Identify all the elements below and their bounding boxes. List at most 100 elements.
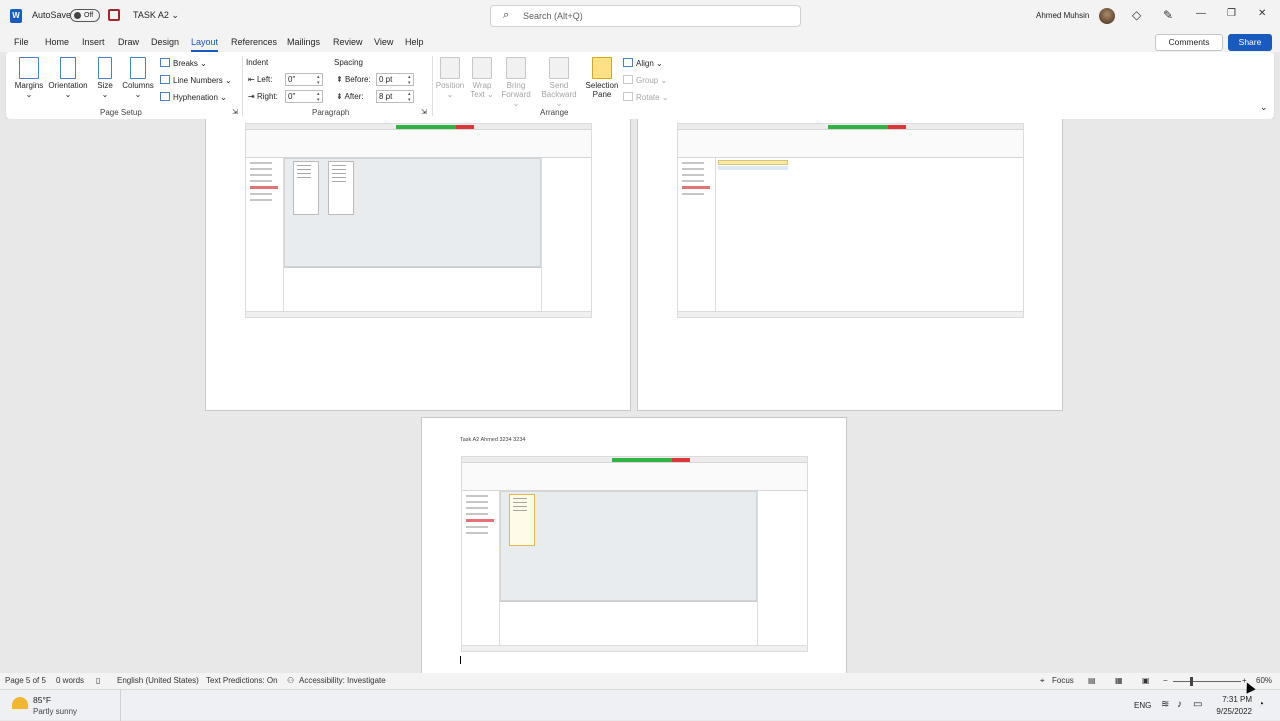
battery-icon[interactable]: ▭ xyxy=(1193,699,1202,710)
size-button[interactable]: Size ⌄ xyxy=(95,57,115,99)
ribbon-separator xyxy=(242,56,243,116)
accessibility-status[interactable]: Accessibility: Investigate xyxy=(299,676,386,685)
arrange-group-label: Arrange xyxy=(540,108,569,117)
send-backward-button[interactable]: Send Backward ⌄ xyxy=(538,57,580,108)
zoom-slider[interactable] xyxy=(1173,681,1241,682)
indent-left-field[interactable]: 0" xyxy=(285,73,323,86)
title-bar: W AutoSave Off TASK A2 ⌄ Search (Alt+Q) … xyxy=(0,0,1280,32)
screenshot-red-bar xyxy=(456,125,474,129)
orientation-button[interactable]: Orientation ⌄ xyxy=(48,57,88,99)
tab-file[interactable]: File xyxy=(14,37,29,47)
search-input[interactable]: Search (Alt+Q) xyxy=(490,5,801,27)
document-page[interactable]: Task A2 Ahmed 3234 3234 xyxy=(421,417,847,673)
autosave-toggle[interactable]: Off xyxy=(70,9,100,22)
wrap-text-button[interactable]: Wrap Text ⌄ xyxy=(468,57,496,99)
tab-design[interactable]: Design xyxy=(151,37,179,47)
zoom-out-button[interactable]: − xyxy=(1163,676,1168,685)
tab-view[interactable]: View xyxy=(374,37,393,47)
selection-pane-button[interactable]: Selection Pane xyxy=(583,57,621,99)
weather-temperature[interactable]: 85°F xyxy=(33,695,51,705)
screenshot-image[interactable] xyxy=(677,123,1024,318)
save-icon[interactable] xyxy=(108,9,120,21)
collapse-ribbon-icon[interactable]: ⌄ xyxy=(1260,102,1268,113)
hyphenation-button[interactable]: Hyphenation ⌄ xyxy=(160,92,227,102)
document-area[interactable]: Task A2 Ahmed 3234 3234 xyxy=(0,119,1280,673)
tab-home[interactable]: Home xyxy=(45,37,69,47)
paragraph-launcher-icon[interactable]: ⇲ xyxy=(421,108,427,116)
orientation-icon xyxy=(60,57,76,79)
screenshot-green-bar xyxy=(828,125,888,129)
avatar[interactable] xyxy=(1099,8,1115,24)
document-page[interactable] xyxy=(637,119,1063,411)
size-icon xyxy=(98,57,112,79)
screenshot-main xyxy=(500,491,757,601)
zoom-level[interactable]: 60% xyxy=(1256,676,1272,685)
margins-button[interactable]: Margins ⌄ xyxy=(14,57,44,99)
spacing-after-field[interactable]: 8 pt xyxy=(376,90,414,103)
tab-insert[interactable]: Insert xyxy=(82,37,105,47)
close-icon[interactable]: ✕ xyxy=(1258,8,1266,19)
focus-button[interactable]: Focus xyxy=(1052,676,1074,685)
read-mode-icon[interactable]: ▤ xyxy=(1088,676,1096,685)
group-button[interactable]: Group ⌄ xyxy=(623,75,667,85)
screenshot-green-bar xyxy=(612,458,672,462)
language-status[interactable]: English (United States) xyxy=(117,676,199,685)
position-button[interactable]: Position ⌄ xyxy=(434,57,466,99)
breaks-button[interactable]: Breaks ⌄ xyxy=(160,58,207,68)
line-numbers-label: Line Numbers xyxy=(173,76,223,85)
document-page[interactable] xyxy=(205,119,631,411)
text-predictions-status[interactable]: Text Predictions: On xyxy=(206,676,278,685)
volume-icon[interactable]: ♪ xyxy=(1177,699,1182,710)
user-name[interactable]: Ahmed Muhsin xyxy=(1036,11,1089,20)
clock-time[interactable]: 7:31 PM xyxy=(1214,695,1252,704)
minimize-icon[interactable]: — xyxy=(1196,8,1206,19)
position-label: Position xyxy=(435,81,465,90)
share-button[interactable]: Share xyxy=(1228,34,1272,51)
proofing-icon[interactable]: ▯ xyxy=(96,676,100,685)
ribbon-separator xyxy=(432,56,433,116)
spacing-before-field[interactable]: 0 pt xyxy=(376,73,414,86)
web-layout-icon[interactable]: ▣ xyxy=(1142,676,1150,685)
bring-forward-button[interactable]: Bring Forward ⌄ xyxy=(497,57,535,108)
clock-date[interactable]: 9/25/2022 xyxy=(1212,707,1252,716)
screenshot-table xyxy=(293,161,319,215)
screenshot-image[interactable] xyxy=(461,456,808,652)
spacing-heading: Spacing xyxy=(334,58,363,67)
tab-mailings[interactable]: Mailings xyxy=(287,37,320,47)
wifi-icon[interactable]: ≋ xyxy=(1161,699,1169,710)
rotate-button[interactable]: Rotate ⌄ xyxy=(623,92,669,102)
print-layout-icon[interactable]: ▦ xyxy=(1115,676,1123,685)
spacing-before-text: Before: xyxy=(344,75,371,84)
tab-draw[interactable]: Draw xyxy=(118,37,139,47)
indent-right-field[interactable]: 0" xyxy=(285,90,323,103)
word-logo-icon: W xyxy=(10,9,22,23)
document-title[interactable]: TASK A2 ⌄ xyxy=(133,10,179,21)
page-count[interactable]: Page 5 of 5 xyxy=(5,676,46,685)
notification-icon[interactable]: ◔ xyxy=(1258,699,1264,710)
pen-icon[interactable]: ✎ xyxy=(1163,8,1173,22)
orientation-label: Orientation xyxy=(48,81,88,90)
page-setup-launcher-icon[interactable]: ⇲ xyxy=(232,108,238,116)
input-language[interactable]: ENG xyxy=(1134,701,1151,710)
zoom-slider-thumb[interactable] xyxy=(1190,677,1193,686)
accessibility-icon: ⚇ xyxy=(287,676,295,685)
tab-references[interactable]: References xyxy=(231,37,277,47)
comments-button[interactable]: Comments xyxy=(1155,34,1223,51)
screenshot-pane xyxy=(541,158,591,311)
screenshot-image[interactable] xyxy=(245,123,592,318)
hyphenation-icon xyxy=(160,92,170,101)
tab-review[interactable]: Review xyxy=(333,37,363,47)
tab-help[interactable]: Help xyxy=(405,37,424,47)
align-button[interactable]: Align ⌄ xyxy=(623,58,663,68)
weather-description[interactable]: Partly sunny xyxy=(33,707,77,716)
weather-icon[interactable] xyxy=(12,697,28,709)
autosave-label: AutoSave xyxy=(32,10,72,20)
screenshot-statusbar xyxy=(462,645,807,651)
line-numbers-button[interactable]: Line Numbers ⌄ xyxy=(160,75,232,85)
columns-button[interactable]: Columns ⌄ xyxy=(121,57,155,99)
restore-icon[interactable]: ❐ xyxy=(1227,8,1236,19)
tab-layout[interactable]: Layout xyxy=(191,37,219,52)
indent-left-label: ⇤ Left: xyxy=(248,75,273,84)
word-count[interactable]: 0 words xyxy=(56,676,84,685)
diamond-icon[interactable]: ◇ xyxy=(1132,8,1141,22)
